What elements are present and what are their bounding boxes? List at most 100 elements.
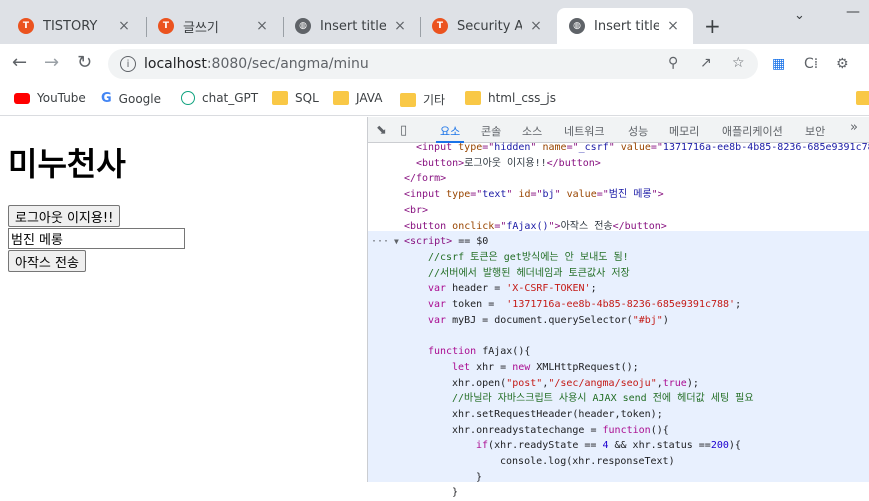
chatgpt-icon: [181, 91, 195, 105]
bookmark-sql[interactable]: SQL: [272, 91, 319, 105]
url-host: localhost: [144, 56, 207, 72]
tab-write[interactable]: T 글쓰기 ×: [146, 8, 282, 44]
dom-node-line[interactable]: <button onclick="fAjax()">아작스 전송</button…: [368, 219, 869, 235]
folder-icon: [465, 91, 481, 105]
devtools-tab-security[interactable]: 보안: [805, 123, 825, 139]
more-tabs-icon[interactable]: »: [850, 120, 858, 135]
bookmark-etc[interactable]: 기타: [400, 91, 445, 108]
bookmark-label: YouTube: [37, 91, 86, 105]
folder-icon: [400, 92, 416, 107]
expand-triangle-icon[interactable]: ▼: [394, 234, 399, 250]
devtools-panel: ⬊ ▯ 요소 콘솔 소스 네트워크 성능 메모리 애플리케이션 보안 » <in…: [367, 117, 869, 498]
dom-node-line[interactable]: var header = 'X-CSRF-TOKEN';: [368, 281, 869, 297]
bookmark-label: JAVA: [356, 91, 383, 105]
extension-c-icon[interactable]: C⁞: [804, 56, 818, 72]
bookmark-label: 기타: [423, 93, 446, 107]
dom-node-line[interactable]: console.log(xhr.responseText): [368, 454, 869, 470]
bookmark-google[interactable]: G Google: [101, 91, 161, 106]
logout-button[interactable]: 로그아웃 이지용!!: [8, 205, 121, 227]
devtools-tab-network[interactable]: 네트워크: [564, 123, 604, 139]
bookmark-overflow[interactable]: [856, 91, 869, 105]
bookmark-label: chat_GPT: [202, 91, 259, 105]
tab-title: Insert title he: [594, 18, 659, 34]
bookmark-star-icon[interactable]: ☆: [732, 55, 745, 71]
folder-icon: [856, 91, 869, 105]
globe-icon: ◍: [569, 18, 585, 34]
dom-node-line[interactable]: }: [368, 470, 869, 486]
bj-input[interactable]: 범진 메롱: [8, 228, 185, 249]
url-path: :8080/sec/angma/minu: [206, 56, 369, 72]
close-icon[interactable]: ×: [528, 18, 544, 34]
puzzle-icon[interactable]: ⚙: [836, 56, 849, 72]
close-icon[interactable]: ×: [254, 18, 270, 34]
folder-icon: [272, 91, 288, 105]
bookmarks-bar: YouTube G Google chat_GPT SQL JAVA 기타 ht…: [0, 84, 869, 116]
close-icon[interactable]: ×: [665, 18, 681, 34]
dom-node-script-selected[interactable]: <script> == $0 ··· ▼: [368, 234, 869, 250]
ajax-send-button[interactable]: 아작스 전송: [8, 250, 86, 272]
new-tab-button[interactable]: +: [704, 14, 721, 38]
devtools-tab-elements[interactable]: 요소: [435, 123, 465, 143]
node-menu-dots-icon[interactable]: ···: [371, 234, 389, 250]
dom-node-line[interactable]: var myBJ = document.querySelector("#bj"): [368, 313, 869, 329]
bookmark-html-css-js[interactable]: html_css_js: [465, 91, 556, 105]
google-icon: G: [101, 91, 112, 106]
dom-node-line[interactable]: </form>: [368, 171, 869, 187]
forward-arrow-icon[interactable]: →: [44, 52, 59, 73]
dom-node-line[interactable]: xhr.setRequestHeader(header,token);: [368, 407, 869, 423]
inspect-element-icon[interactable]: ⬊: [376, 123, 387, 138]
dom-node-line[interactable]: [368, 328, 869, 344]
bookmark-label: Google: [118, 91, 161, 106]
dom-node-line[interactable]: xhr.onreadystatechange = function(){: [368, 423, 869, 439]
bookmark-label: SQL: [295, 91, 319, 105]
dom-node-line[interactable]: let xhr = new XMLHttpRequest();: [368, 360, 869, 376]
tab-insert-title-active[interactable]: ◍ Insert title he ×: [557, 8, 693, 44]
dom-node-line[interactable]: if(xhr.readyState == 4 && xhr.status ==2…: [368, 438, 869, 454]
device-toolbar-icon[interactable]: ▯: [400, 123, 407, 138]
dom-node-line[interactable]: var token = '1371716a-ee8b-4b85-8236-685…: [368, 297, 869, 313]
devtools-tab-console[interactable]: 콘솔: [481, 123, 501, 139]
tab-search-chevron-icon[interactable]: ⌄: [794, 8, 805, 23]
globe-icon: ◍: [295, 18, 311, 34]
browser-toolbar: ← → ↻ i localhost:8080/sec/angma/minu ⚲ …: [0, 44, 869, 84]
devtools-tab-application[interactable]: 애플리케이션: [722, 123, 783, 139]
tab-title: TISTORY: [43, 18, 98, 34]
tab-insert-title-1[interactable]: ◍ Insert title he ×: [283, 8, 420, 44]
key-icon[interactable]: ⚲: [668, 55, 678, 71]
devtools-tab-performance[interactable]: 성능: [628, 123, 648, 139]
reload-icon[interactable]: ↻: [77, 52, 92, 73]
bookmark-java[interactable]: JAVA: [333, 91, 382, 105]
address-bar[interactable]: i localhost:8080/sec/angma/minu ⚲ ↗ ☆: [108, 49, 758, 79]
tab-tistory[interactable]: T TISTORY ×: [6, 8, 144, 44]
tab-title: Insert title he: [320, 18, 386, 34]
dom-node-line[interactable]: <br>: [368, 203, 869, 219]
minimize-icon[interactable]: —: [846, 4, 860, 20]
bookmark-youtube[interactable]: YouTube: [14, 91, 86, 105]
tab-title: Security AJAX: [457, 18, 522, 34]
dom-node-line[interactable]: <input type="hidden" name="_csrf" value=…: [368, 140, 869, 156]
extension-icon[interactable]: ▦: [772, 56, 785, 72]
info-icon[interactable]: i: [120, 56, 136, 72]
dom-node-line[interactable]: <button>로그아웃 이지용!!</button>: [368, 156, 869, 172]
close-icon[interactable]: ×: [116, 18, 132, 34]
dom-node-line[interactable]: xhr.open("post","/sec/angma/seoju",true)…: [368, 376, 869, 392]
share-icon[interactable]: ↗: [700, 55, 712, 71]
devtools-tab-sources[interactable]: 소스: [522, 123, 542, 139]
page-heading: 미누천사: [8, 145, 126, 183]
youtube-icon: [14, 92, 30, 104]
devtools-tab-memory[interactable]: 메모리: [669, 123, 699, 139]
dom-node-line[interactable]: }: [368, 485, 869, 501]
tistory-icon: T: [432, 18, 448, 34]
dom-node-line[interactable]: <input type="text" id="bj" value="범진 메롱"…: [368, 187, 869, 203]
dom-node-line[interactable]: //csrf 토큰은 get방식에는 안 보내도 됨!: [368, 250, 869, 266]
bookmark-label: html_css_js: [488, 91, 557, 105]
tistory-icon: T: [18, 18, 34, 34]
dom-node-line[interactable]: function fAjax(){: [368, 344, 869, 360]
dom-node-line[interactable]: //서버에서 발행된 헤더네임과 토큰값사 저장: [368, 266, 869, 282]
back-arrow-icon[interactable]: ←: [12, 52, 27, 73]
tab-title: 글쓰기: [183, 20, 219, 36]
tab-security-ajax[interactable]: T Security AJAX ×: [420, 8, 556, 44]
close-icon[interactable]: ×: [392, 18, 408, 34]
dom-node-line[interactable]: //바닐라 자바스크립트 사용시 AJAX send 전에 헤더값 세팅 필요: [368, 391, 869, 407]
bookmark-chatgpt[interactable]: chat_GPT: [181, 91, 258, 105]
